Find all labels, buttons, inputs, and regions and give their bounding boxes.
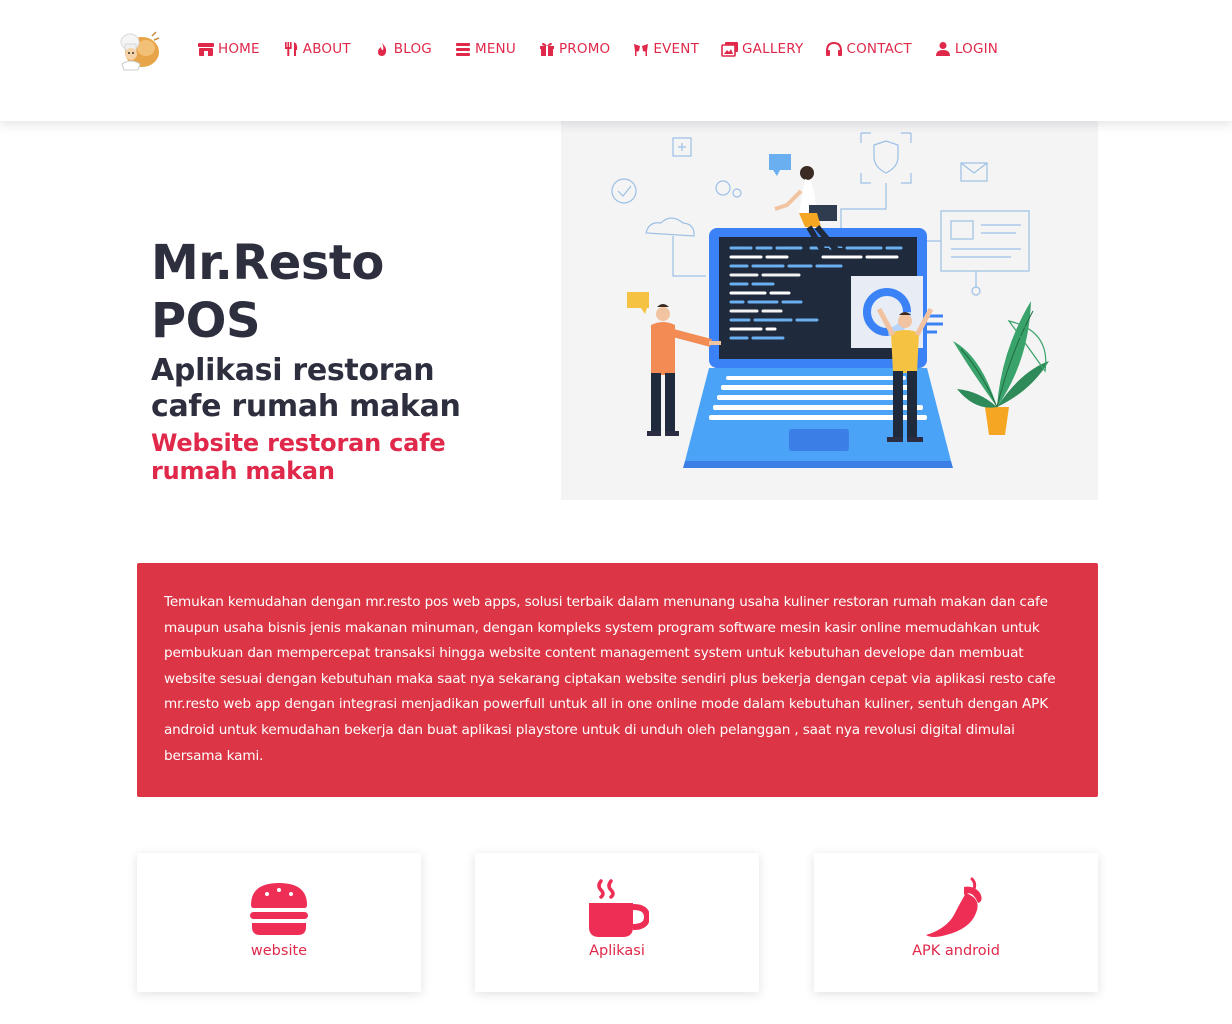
store-icon — [198, 43, 214, 56]
card-aplikasi-label: Aplikasi — [589, 943, 645, 959]
card-website[interactable]: website — [137, 853, 421, 992]
hero-tagline-line2: rumah makan — [151, 457, 335, 485]
nav-contact-label: CONTACT — [846, 41, 912, 57]
card-website-label: website — [250, 943, 308, 959]
nav-event[interactable]: EVENT — [632, 41, 699, 57]
nav-about-label: ABOUT — [302, 41, 351, 57]
hero-title-line2: POS — [151, 293, 261, 349]
card-apk-android[interactable]: APK android — [814, 853, 1098, 992]
top-navbar: HOME ABOUT BLOG MENU PROMO EVENT GALLERY — [0, 0, 1232, 121]
user-icon — [935, 42, 950, 56]
images-icon — [721, 42, 739, 57]
card-aplikasi[interactable]: Aplikasi — [475, 853, 759, 992]
nav-promo-label: PROMO — [558, 41, 611, 57]
bars-icon — [455, 43, 470, 56]
feature-cards: website Aplikasi APK android — [137, 853, 1098, 992]
hero-section: Mr.Resto POS Aplikasi restoran cafe ruma… — [151, 234, 511, 485]
pepper-icon — [926, 877, 982, 937]
hero-tagline: Website restoran cafe rumah makan — [151, 429, 511, 485]
glasses-cheers-icon — [634, 44, 649, 56]
nav-gallery[interactable]: GALLERY — [721, 41, 803, 57]
main-nav: HOME ABOUT BLOG MENU PROMO EVENT GALLERY — [197, 41, 1020, 57]
nav-home-label: HOME — [218, 41, 260, 57]
utensils-icon — [284, 42, 297, 56]
nav-gallery-label: GALLERY — [742, 41, 804, 57]
intro-box: Temukan kemudahan dengan mr.resto pos we… — [137, 563, 1098, 797]
fire-icon — [377, 43, 386, 56]
headphones-icon — [826, 41, 843, 56]
nav-event-label: EVENT — [653, 41, 700, 57]
hero-subtitle-line2: cafe rumah makan — [151, 389, 461, 424]
hero-subtitle: Aplikasi restoran cafe rumah makan — [151, 353, 511, 425]
hero-tagline-line1: Website restoran cafe — [151, 429, 446, 457]
hero-title-line1: Mr.Resto — [151, 235, 384, 291]
card-apk-android-label: APK android — [912, 943, 1000, 959]
nav-promo[interactable]: PROMO — [538, 41, 610, 57]
nav-login-label: LOGIN — [954, 41, 999, 57]
hamburger-icon — [250, 883, 308, 935]
nav-contact[interactable]: CONTACT — [825, 41, 912, 57]
coffee-cup-icon — [589, 879, 649, 937]
hero-title: Mr.Resto POS — [151, 234, 511, 350]
nav-blog-label: BLOG — [393, 41, 432, 57]
intro-paragraph: Temukan kemudahan dengan mr.resto pos we… — [164, 594, 1056, 764]
nav-home[interactable]: HOME — [197, 41, 260, 57]
nav-menu-label: MENU — [474, 41, 516, 57]
gift-icon — [539, 42, 554, 56]
nav-blog[interactable]: BLOG — [373, 41, 432, 57]
hero-illustration — [561, 121, 1098, 500]
nav-about[interactable]: ABOUT — [282, 41, 351, 57]
nav-menu[interactable]: MENU — [454, 41, 516, 57]
hero-subtitle-line1: Aplikasi restoran — [151, 353, 435, 388]
chef-logo-icon[interactable] — [116, 28, 162, 72]
nav-login[interactable]: LOGIN — [934, 41, 998, 57]
